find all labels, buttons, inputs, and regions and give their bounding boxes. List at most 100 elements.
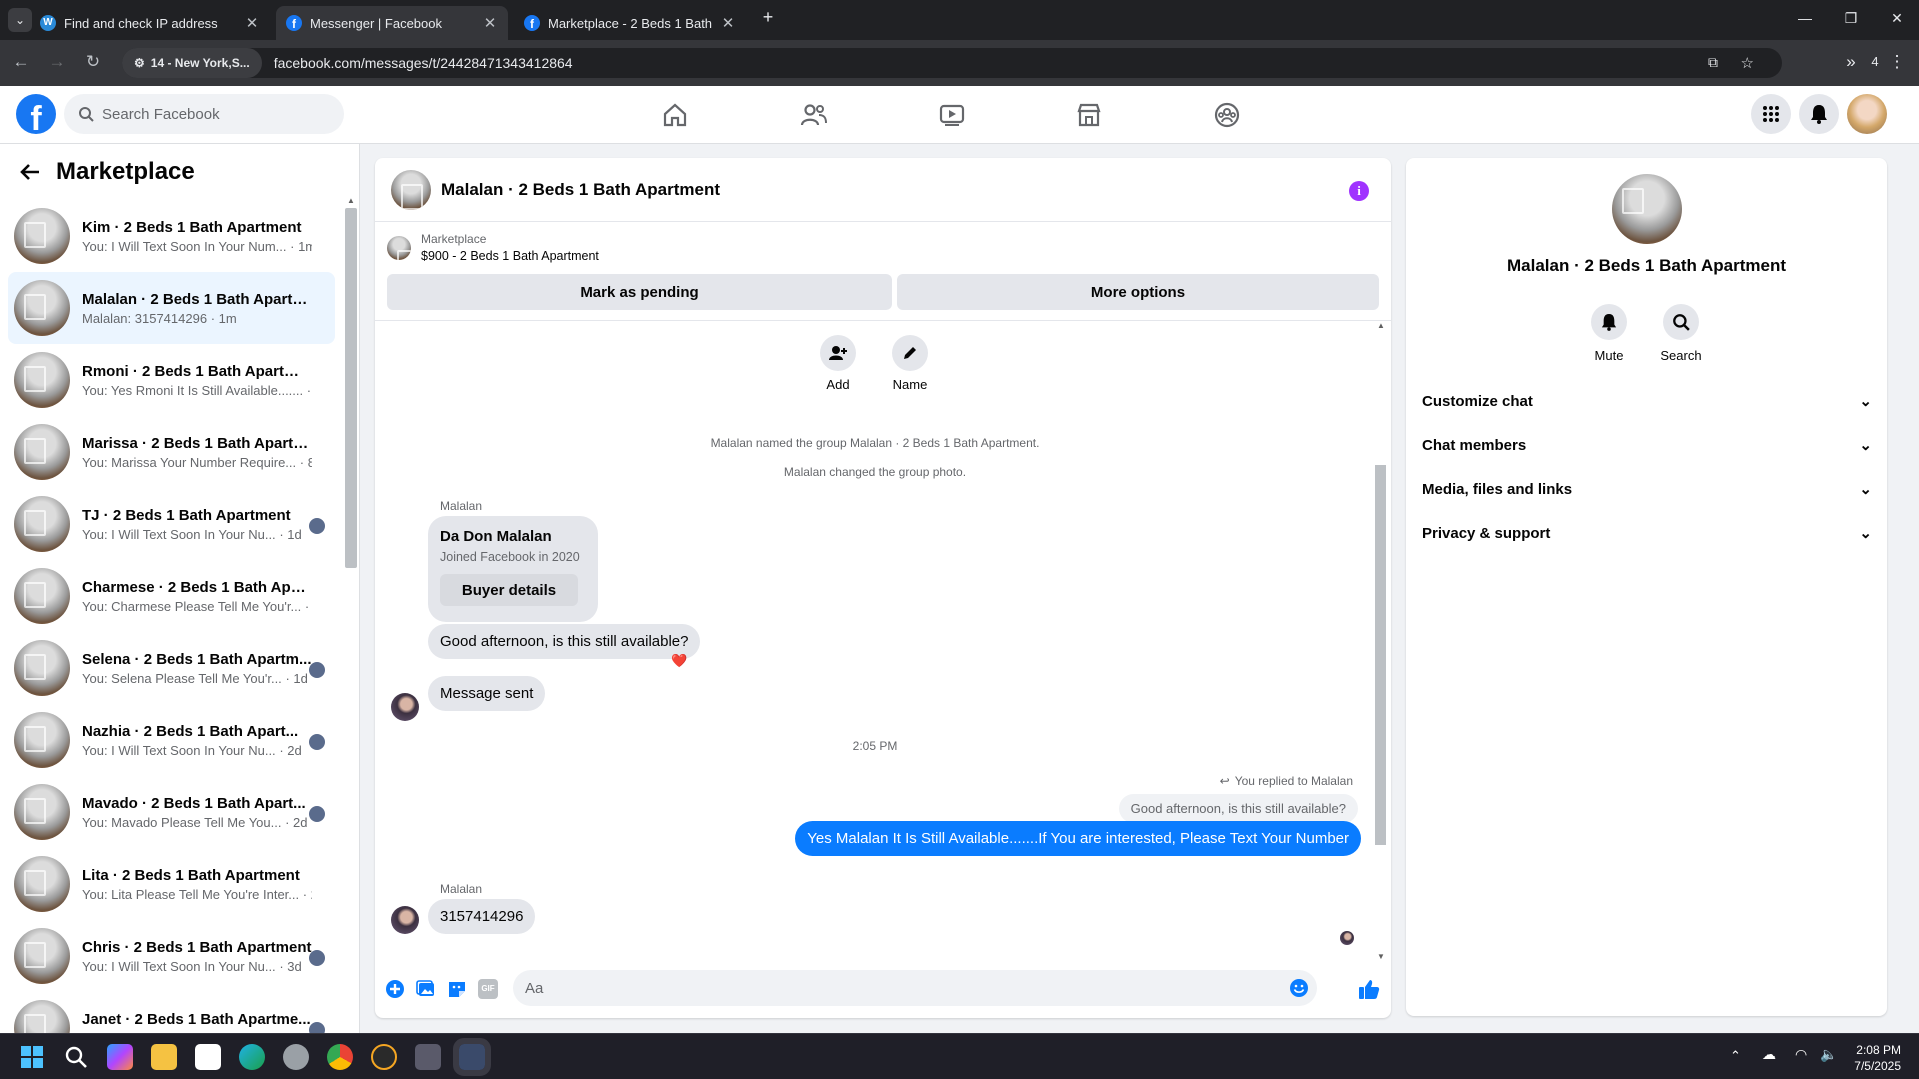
search-conversation-button[interactable]: Search — [1651, 304, 1711, 363]
menu-grid-icon[interactable] — [1751, 94, 1791, 134]
conversation-item[interactable]: Selena · 2 Beds 1 Bath Apartm... You: Sel… — [8, 632, 335, 704]
notifications-bell-icon[interactable] — [1799, 94, 1839, 134]
photo-icon[interactable] — [416, 979, 436, 999]
settings-icon[interactable] — [283, 1044, 309, 1070]
conversation-item[interactable]: Kim · 2 Beds 1 Bath Apartment You: I Will… — [8, 200, 335, 272]
add-people-button[interactable]: Add — [808, 335, 868, 392]
close-window-button[interactable]: ✕ — [1882, 10, 1912, 27]
message-bubble[interactable]: Message sent — [428, 676, 546, 711]
tab-search-button[interactable]: ⌄ — [8, 8, 32, 32]
message-bubble[interactable]: 3157414296 — [428, 899, 536, 934]
search-icon[interactable] — [63, 1044, 89, 1070]
name-group-button[interactable]: Name — [880, 335, 940, 392]
conversation-avatar — [14, 1000, 70, 1033]
group-photo[interactable] — [1612, 174, 1682, 244]
close-icon[interactable]: ✕ — [482, 14, 498, 32]
preview-time: · 1d — [285, 670, 308, 686]
edge-icon[interactable] — [239, 1044, 265, 1070]
conversation-preview: You: Charmese Please Tell Me You'r... · … — [82, 599, 312, 614]
my-message-bubble[interactable]: Yes Malalan It Is Still Available.......… — [795, 821, 1361, 856]
buyer-details-button[interactable]: Buyer details — [440, 574, 578, 606]
more-options-button[interactable]: More options — [897, 274, 1379, 310]
omnibox[interactable]: ⚙ 14 - New York,S... facebook.com/messag… — [122, 48, 1782, 78]
conversation-item[interactable]: Nazhia · 2 Beds 1 Bath Apart... You: I Wi… — [8, 704, 335, 776]
site-info-chip[interactable]: ⚙ 14 - New York,S... — [122, 48, 262, 78]
chat-scrollbar-thumb[interactable] — [1375, 465, 1386, 845]
active-app-icon[interactable] — [453, 1038, 491, 1076]
media-files-links-row[interactable]: Media, files and links ⌄ — [1422, 469, 1872, 509]
facebook-search-input[interactable]: Search Facebook — [64, 94, 344, 134]
conversation-item[interactable]: Malalan · 2 Beds 1 Bath Apartm... Malalan… — [8, 272, 335, 344]
new-tab-button[interactable]: + — [753, 7, 783, 28]
chat-title[interactable]: Malalan · 2 Beds 1 Bath Apartment — [441, 180, 720, 200]
close-icon[interactable]: ✕ — [720, 14, 736, 32]
browser-tab-bar: ⌄ W Find and check IP address ✕ f Messen… — [0, 0, 1919, 40]
seen-avatar — [309, 518, 325, 534]
thumbs-up-icon[interactable] — [1358, 978, 1380, 1000]
install-icon[interactable]: ⧉ — [1708, 54, 1718, 71]
conversation-item[interactable]: TJ · 2 Beds 1 Bath Apartment You: I Will … — [8, 488, 335, 560]
friends-icon[interactable] — [797, 98, 831, 132]
app-icon[interactable] — [415, 1044, 441, 1070]
cloud-offline-icon[interactable]: ☁ — [1762, 1046, 1776, 1063]
facebook-logo-icon[interactable]: f — [16, 94, 56, 134]
emoji-icon[interactable] — [1289, 978, 1309, 998]
mute-button[interactable]: Mute — [1579, 304, 1639, 363]
info-icon[interactable]: i — [1349, 181, 1369, 201]
chat-avatar[interactable] — [391, 169, 431, 210]
sender-avatar[interactable] — [391, 693, 419, 721]
tab-messenger[interactable]: f Messenger | Facebook ✕ — [276, 6, 508, 40]
menu-icon[interactable]: ⋮ — [1886, 52, 1908, 72]
tab-ip-address[interactable]: W Find and check IP address ✕ — [30, 6, 270, 40]
gif-icon[interactable]: GIF — [478, 979, 498, 999]
sidebar-scrollbar-thumb[interactable] — [345, 208, 357, 568]
marketplace-listing[interactable]: Marketplace $900 - 2 Beds 1 Bath Apartme… — [387, 232, 599, 263]
copilot-icon[interactable] — [107, 1044, 133, 1070]
reload-icon[interactable]: ↻ — [82, 52, 104, 72]
show-hidden-icons-icon[interactable]: ⌃ — [1730, 1048, 1741, 1064]
back-arrow-icon[interactable] — [20, 163, 40, 181]
home-icon[interactable] — [658, 98, 692, 132]
restore-button[interactable]: ❐ — [1836, 10, 1866, 27]
back-arrow-icon[interactable]: ← — [10, 52, 32, 72]
name-label: Name — [892, 377, 928, 392]
wifi-icon[interactable]: ◠ — [1795, 1046, 1807, 1063]
profile-avatar[interactable] — [1847, 94, 1887, 134]
url-text[interactable]: facebook.com/messages/t/2442847134341286… — [274, 55, 573, 71]
conversation-item[interactable]: Janet · 2 Beds 1 Bath Apartme...You: Hav… — [8, 992, 335, 1033]
star-icon[interactable]: ☆ — [1741, 54, 1754, 72]
customize-chat-row[interactable]: Customize chat ⌄ — [1422, 381, 1872, 421]
extensions-chevron-icon[interactable]: » — [1840, 52, 1862, 72]
heart-reaction-icon[interactable]: ❤️ — [671, 653, 687, 669]
clock[interactable]: 2:08 PM 7/5/2025 — [1854, 1042, 1901, 1074]
conversation-item[interactable]: Rmoni · 2 Beds 1 Bath Apartment You: Yes … — [8, 344, 335, 416]
sender-avatar[interactable] — [391, 906, 419, 934]
pencil-icon — [892, 335, 928, 371]
minimize-button[interactable]: — — [1790, 10, 1820, 26]
quoted-reply-bubble[interactable]: Good afternoon, is this still available? — [1118, 794, 1358, 823]
marketplace-icon[interactable] — [1072, 98, 1106, 132]
video-icon[interactable] — [935, 98, 969, 132]
chrome-icon[interactable] — [327, 1044, 353, 1070]
close-icon[interactable]: ✕ — [244, 14, 260, 32]
chat-members-row[interactable]: Chat members ⌄ — [1422, 425, 1872, 465]
conversation-item[interactable]: Lita · 2 Beds 1 Bath Apartment You: Lita … — [8, 848, 335, 920]
file-explorer-icon[interactable] — [151, 1044, 177, 1070]
store-icon[interactable] — [195, 1044, 221, 1070]
plus-circle-icon[interactable] — [385, 979, 405, 999]
sticker-icon[interactable] — [447, 979, 467, 999]
message-input[interactable]: Aa — [513, 970, 1317, 1006]
tab-marketplace[interactable]: f Marketplace - 2 Beds 1 Bath Ap ✕ — [514, 6, 746, 40]
message-bubble[interactable]: Good afternoon, is this still available? — [428, 624, 701, 659]
privacy-support-row[interactable]: Privacy & support ⌄ — [1422, 513, 1872, 553]
mark-as-pending-button[interactable]: Mark as pending — [387, 274, 892, 310]
conversation-item[interactable]: Mavado · 2 Beds 1 Bath Apart... You: Mava… — [8, 776, 335, 848]
conversation-item[interactable]: Charmese · 2 Beds 1 Bath Apart... You: Ch… — [8, 560, 335, 632]
windows-start-icon[interactable] — [19, 1044, 45, 1070]
conversation-item[interactable]: Marissa · 2 Beds 1 Bath Apartme... You: M… — [8, 416, 335, 488]
volume-icon[interactable]: 🔈 — [1820, 1046, 1837, 1063]
groups-icon[interactable] — [1210, 98, 1244, 132]
forward-arrow-icon[interactable]: → — [46, 52, 68, 72]
app-icon[interactable] — [371, 1044, 397, 1070]
conversation-item[interactable]: Chris · 2 Beds 1 Bath Apartment You: I Wi… — [8, 920, 335, 992]
